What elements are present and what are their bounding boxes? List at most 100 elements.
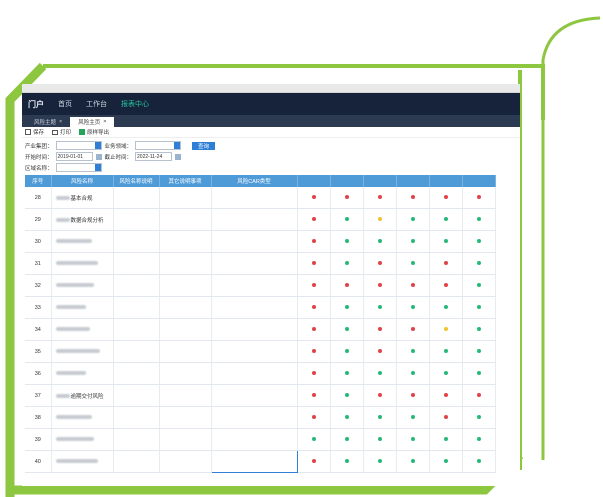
column-header[interactable]: 风险CAR类型	[211, 175, 298, 187]
nav-report-center[interactable]: 报表中心	[121, 99, 149, 109]
column-header[interactable]	[462, 175, 496, 187]
empty-cell[interactable]	[159, 252, 212, 275]
empty-cell[interactable]	[113, 450, 160, 473]
empty-cell[interactable]	[113, 230, 160, 253]
empty-cell[interactable]	[211, 406, 298, 429]
status-cell	[363, 340, 397, 363]
table-row[interactable]: 35	[25, 340, 496, 363]
empty-cell[interactable]	[211, 230, 298, 253]
empty-cell[interactable]	[159, 362, 212, 385]
table-row[interactable]: 33	[25, 296, 496, 319]
address-bar[interactable]	[22, 84, 520, 93]
tab-risk-home[interactable]: 风险主页 ×	[70, 117, 115, 127]
column-header[interactable]	[396, 175, 430, 187]
query-button[interactable]: 查询	[192, 141, 216, 150]
table-row[interactable]: 34	[25, 318, 496, 341]
empty-cell[interactable]	[159, 340, 212, 363]
risk-name-cell[interactable]	[51, 274, 114, 297]
table-row[interactable]: 28 基本合规	[25, 187, 496, 209]
column-header[interactable]: 风险名称	[51, 175, 114, 187]
empty-cell[interactable]	[113, 318, 160, 341]
column-header[interactable]	[429, 175, 463, 187]
empty-cell[interactable]	[159, 296, 212, 319]
table-row[interactable]: 31	[25, 252, 496, 275]
risk-name-cell[interactable]	[51, 340, 114, 363]
empty-cell[interactable]	[113, 384, 160, 407]
empty-cell[interactable]	[159, 230, 212, 253]
save-button[interactable]: 保存	[25, 128, 44, 136]
risk-name-cell[interactable]: 逾期交付风险	[51, 384, 114, 407]
table-row[interactable]: 39	[25, 428, 496, 451]
risk-name-cell[interactable]	[51, 318, 114, 341]
empty-cell[interactable]	[159, 187, 212, 209]
risk-name-cell[interactable]	[51, 450, 114, 473]
empty-cell[interactable]	[113, 428, 160, 451]
risk-name-cell[interactable]	[51, 428, 114, 451]
column-header[interactable]: 其它说明事项	[159, 175, 212, 187]
table-row[interactable]: 30	[25, 230, 496, 253]
empty-cell[interactable]	[211, 208, 298, 231]
column-header[interactable]	[330, 175, 364, 187]
export-button[interactable]: 原样导出	[79, 128, 109, 136]
risk-name-cell[interactable]: 数据合规分析	[51, 208, 114, 231]
empty-cell[interactable]	[211, 252, 298, 275]
empty-cell[interactable]	[159, 450, 212, 473]
calendar-icon[interactable]	[95, 153, 102, 160]
risk-name-cell[interactable]	[51, 230, 114, 253]
nav-workbench[interactable]: 工作台	[86, 99, 107, 109]
table-row[interactable]: 37 逾期交付风险	[25, 384, 496, 407]
domain-select[interactable]	[135, 141, 182, 150]
start-date-input[interactable]: 2019-01-01	[55, 152, 93, 161]
empty-cell[interactable]	[113, 208, 160, 231]
column-header[interactable]	[363, 175, 397, 187]
print-button[interactable]: 打印	[52, 128, 71, 136]
empty-cell[interactable]	[159, 384, 212, 407]
empty-cell[interactable]	[210, 450, 298, 473]
table-row[interactable]: 38	[25, 406, 496, 429]
empty-cell[interactable]	[211, 362, 298, 385]
empty-cell[interactable]	[113, 362, 160, 385]
close-icon[interactable]: ×	[59, 119, 62, 125]
close-icon[interactable]: ×	[103, 119, 106, 125]
column-header[interactable]: 风险名称说明	[113, 175, 160, 187]
risk-name-cell[interactable]	[51, 362, 114, 385]
empty-cell[interactable]	[159, 428, 212, 451]
table-row[interactable]: 29 数据合规分析	[25, 208, 496, 231]
empty-cell[interactable]	[159, 318, 212, 341]
empty-cell[interactable]	[113, 252, 160, 275]
risk-name-cell[interactable]: 基本合规	[51, 187, 114, 209]
empty-cell[interactable]	[159, 208, 212, 231]
empty-cell[interactable]	[113, 296, 160, 319]
empty-cell[interactable]	[211, 296, 298, 319]
status-cell	[297, 187, 331, 209]
empty-cell[interactable]	[113, 406, 160, 429]
status-cell	[363, 230, 397, 253]
empty-cell[interactable]	[159, 406, 212, 429]
column-header[interactable]	[297, 175, 331, 187]
end-date-input[interactable]: 2022-11-24	[135, 152, 173, 161]
risk-name-cell[interactable]	[51, 252, 114, 275]
empty-cell[interactable]	[211, 340, 298, 363]
empty-cell[interactable]	[211, 274, 298, 297]
empty-cell[interactable]	[113, 340, 160, 363]
table-row[interactable]: 36	[25, 362, 496, 385]
empty-cell[interactable]	[211, 187, 298, 209]
empty-cell[interactable]	[159, 274, 212, 297]
nav-home[interactable]: 首页	[58, 99, 72, 109]
region-select[interactable]	[55, 163, 102, 172]
risk-name-cell[interactable]	[51, 296, 114, 319]
empty-cell[interactable]	[113, 274, 160, 297]
empty-cell[interactable]	[211, 318, 298, 341]
empty-cell[interactable]	[211, 384, 298, 407]
tab-risk-topic[interactable]: 风险主题 ×	[26, 117, 70, 127]
risk-name-cell[interactable]	[51, 406, 114, 429]
column-header[interactable]: 序号	[25, 175, 52, 187]
empty-cell[interactable]	[211, 428, 298, 451]
empty-cell[interactable]	[113, 187, 160, 209]
industry-select[interactable]	[55, 141, 102, 150]
status-cell	[396, 274, 430, 297]
table-row[interactable]: 32	[25, 274, 496, 297]
table-row[interactable]: 40	[25, 450, 496, 473]
calendar-icon[interactable]	[175, 153, 182, 160]
row-number: 39	[25, 428, 52, 451]
